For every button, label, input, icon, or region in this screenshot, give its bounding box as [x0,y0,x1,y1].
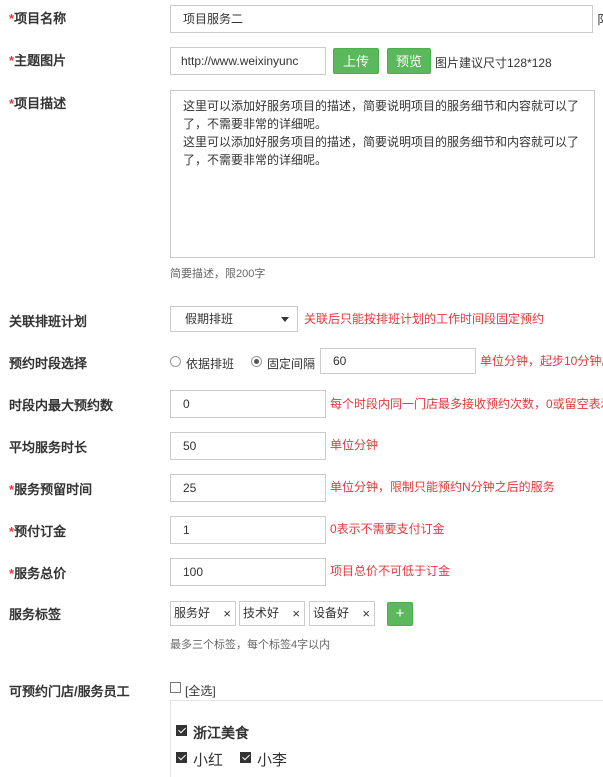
chevron-down-icon [281,317,289,322]
select-all-label: [全选] [185,684,216,698]
staff-checkbox[interactable] [240,752,251,763]
image-size-hint: 图片建议尺寸128*128 [435,56,552,70]
deposit-input[interactable]: 1 [170,516,326,544]
description-label: *项目描述 [9,96,67,111]
description-line: 这里可以添加好服务项目的描述，简要说明项目的服务细节和内容就可以了 [183,99,580,113]
deposit-hint: 0表示不需要支付订金 [330,522,445,536]
reserve-time-input[interactable]: 25 [170,474,326,502]
stores-label: 可预约门店/服务员工 [9,684,130,699]
max-per-slot-hint: 每个时段内同一门店最多接收预约次数，0或留空表示 [330,397,603,411]
schedule-selected: 假期排班 [185,312,234,326]
description-hint: 简要描述，限200字 [170,268,266,280]
staff-name: 小李 [257,752,288,769]
image-url-input[interactable]: http://www.weixinyunc [170,47,326,75]
tag-text: 设备好 [313,606,350,620]
tag-text: 服务好 [174,606,211,620]
image-label: *主题图片 [9,53,67,68]
name-input[interactable]: 项目服务二 [170,5,593,33]
close-icon[interactable]: × [362,602,370,625]
slot-hint: 单位分钟，起步10分钟。 [480,354,603,368]
reserve-time-hint: 单位分钟，限制只能预约N分钟之后的服务 [330,480,555,494]
staff-checkbox[interactable] [176,752,187,763]
description-line: 这里可以添加好服务项目的描述，简要说明项目的服务细节和内容就可以了 [183,135,580,149]
preview-button[interactable]: 预览 [387,48,431,74]
upload-button[interactable]: 上传 [333,48,379,74]
max-per-slot-label: 时段内最大预约数 [9,398,114,413]
name-label: *项目名称 [9,11,67,26]
total-price-input[interactable]: 100 [170,558,326,586]
add-tag-button[interactable]: + [387,602,413,626]
radio-by-schedule[interactable] [170,356,181,367]
avg-duration-input[interactable]: 50 [170,432,326,460]
name-hint-clipped: 阝 [597,11,603,28]
staff-name: 小红 [193,752,224,769]
deposit-label: *预付订金 [9,524,67,539]
description-textarea[interactable]: 这里可以添加好服务项目的描述，简要说明项目的服务细节和内容就可以了 了，不需要非… [170,90,595,258]
schedule-hint: 关联后只能按排班计划的工作时间段固定预约 [304,312,545,326]
description-line: 了，不需要非常的详细呢。 [183,117,328,131]
radio-fixed-interval[interactable] [251,356,262,367]
total-price-hint: 项目总价不可低于订金 [330,564,451,578]
schedule-select[interactable]: 假期排班 [170,306,298,332]
tag-item: 技术好 × [239,601,305,626]
reserve-time-label: *服务预留时间 [9,482,93,497]
tag-item: 设备好 × [309,601,375,626]
select-all-checkbox[interactable] [170,682,181,693]
max-per-slot-input[interactable]: 0 [170,390,326,418]
store-checkbox[interactable] [176,725,187,736]
avg-duration-label: 平均服务时长 [9,440,88,455]
total-price-label: *服务总价 [9,566,67,581]
radio-fixed-interval-label: 固定间隔 [267,357,316,371]
tag-item: 服务好 × [170,601,236,626]
radio-by-schedule-label: 依据排班 [186,357,235,371]
slot-label: 预约时段选择 [9,356,88,371]
avg-duration-hint: 单位分钟 [330,438,379,452]
close-icon[interactable]: × [223,602,231,625]
description-line: 了，不需要非常的详细呢。 [183,153,328,167]
tags-label: 服务标签 [9,607,62,622]
store-staff-panel: 浙江美食 小红 小李 [170,700,603,777]
tags-hint: 最多三个标签，每个标签4字以内 [170,639,331,651]
slot-interval-input[interactable]: 60 [320,348,476,374]
schedule-label: 关联排班计划 [9,314,88,329]
close-icon[interactable]: × [292,602,300,625]
store-name: 浙江美食 [193,725,249,741]
tag-text: 技术好 [243,606,280,620]
